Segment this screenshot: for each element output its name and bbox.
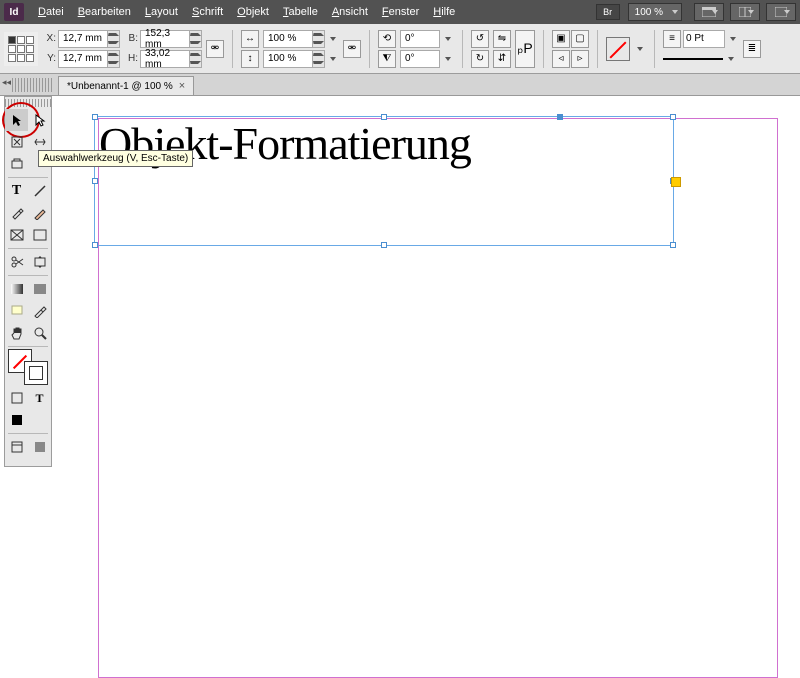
line-tool[interactable] — [28, 180, 51, 202]
scissors-tool[interactable] — [5, 251, 28, 273]
rotate-icon: ⟲ — [378, 30, 396, 48]
app-logo: Id — [4, 3, 24, 21]
fill-stroke-swatches[interactable] — [8, 349, 48, 385]
menu-bar: Id Datei Bearbeiten Layout Schrift Objek… — [0, 0, 800, 24]
stroke-weight-icon: ≡ — [663, 30, 681, 48]
scale-x-input[interactable]: 100 % — [263, 30, 325, 48]
close-tab-icon[interactable]: × — [179, 80, 185, 92]
rotate-cw-icon[interactable]: ↻ — [471, 50, 489, 68]
screen-mode-button[interactable] — [694, 3, 724, 21]
view-mode-preview-icon[interactable] — [28, 436, 51, 458]
handle-ml[interactable] — [92, 178, 98, 184]
handle-bl[interactable] — [92, 242, 98, 248]
workspace: T — [0, 96, 800, 600]
select-prev-icon[interactable]: ◃ — [552, 50, 570, 68]
document-tab-strip: ◂◂ *Unbenannt-1 @ 100 % × — [0, 74, 800, 96]
text-frame[interactable]: Objekt-Formatierung — [94, 116, 674, 246]
pencil-tool[interactable] — [28, 202, 51, 224]
note-tool[interactable] — [5, 300, 28, 322]
document-tab[interactable]: *Unbenannt-1 @ 100 % × — [58, 76, 194, 95]
arrange-docs-button[interactable] — [730, 3, 760, 21]
page-tool[interactable] — [5, 131, 28, 153]
y-input[interactable]: 12,7 mm — [58, 50, 120, 68]
gradient-feather-tool[interactable] — [28, 278, 51, 300]
menu-tabelle[interactable]: Tabelle — [277, 3, 324, 21]
control-bar: X: 12,7 mm Y: 12,7 mm B: 152,3 mm H: 33,… — [0, 24, 800, 74]
workspace-switcher[interactable] — [766, 3, 796, 21]
eyedropper-tool[interactable] — [28, 300, 51, 322]
menu-datei[interactable]: Datei — [32, 3, 70, 21]
w-label: B: — [124, 33, 138, 44]
select-container-icon[interactable]: ▣ — [552, 30, 570, 48]
zoom-level[interactable]: 100 % — [628, 3, 682, 21]
handle-tl[interactable] — [92, 114, 98, 120]
rectangle-tool[interactable] — [28, 224, 51, 246]
rotate-ccw-icon[interactable]: ↺ — [471, 30, 489, 48]
handle-bc[interactable] — [381, 242, 387, 248]
select-next-icon[interactable]: ▹ — [571, 50, 589, 68]
scale-y-icon: ↕ — [241, 50, 259, 68]
h-input[interactable]: 33,02 mm — [140, 50, 202, 68]
w-input[interactable]: 152,3 mm — [140, 30, 202, 48]
menu-ansicht[interactable]: Ansicht — [326, 3, 374, 21]
formatting-container-icon[interactable] — [5, 387, 28, 409]
hand-tool[interactable] — [5, 322, 28, 344]
rectangle-frame-tool[interactable] — [5, 224, 28, 246]
canvas[interactable]: Objekt-Formatierung — [58, 96, 800, 600]
reference-point[interactable] — [4, 32, 38, 66]
constrain-scale-icon[interactable]: ⚮ — [343, 40, 361, 58]
p-indicator: ₚP — [515, 30, 535, 68]
x-label: X: — [42, 33, 56, 44]
handle-tc[interactable] — [381, 114, 387, 120]
shear-icon: ⧨ — [378, 50, 396, 68]
menu-objekt[interactable]: Objekt — [231, 3, 275, 21]
apply-color-icon[interactable] — [5, 409, 28, 431]
view-mode-normal-icon[interactable] — [5, 436, 28, 458]
flip-h-icon[interactable]: ⇋ — [493, 30, 511, 48]
free-transform-tool[interactable] — [28, 251, 51, 273]
formatting-text-icon[interactable]: T — [28, 387, 51, 409]
constrain-wh-icon[interactable]: ⚮ — [206, 40, 224, 58]
bridge-button[interactable]: Br — [596, 4, 620, 20]
menu-layout[interactable]: Layout — [139, 3, 184, 21]
overset-indicator[interactable] — [671, 177, 681, 187]
direct-selection-tool[interactable] — [28, 109, 51, 131]
x-input[interactable]: 12,7 mm — [58, 30, 120, 48]
gradient-swatch-tool[interactable] — [5, 278, 28, 300]
content-collector-tool[interactable] — [5, 153, 28, 175]
document-tab-title: *Unbenannt-1 @ 100 % — [67, 81, 173, 92]
h-label: H: — [124, 53, 138, 64]
pen-tool[interactable] — [5, 202, 28, 224]
stroke-style[interactable] — [663, 58, 723, 60]
fill-swatch[interactable] — [606, 37, 630, 61]
flip-v-icon[interactable]: ⇵ — [493, 50, 511, 68]
shear-input[interactable]: 0° — [400, 50, 440, 68]
menu-bearbeiten[interactable]: Bearbeiten — [72, 3, 137, 21]
type-tool[interactable]: T — [5, 180, 28, 202]
scale-x-icon: ↔ — [241, 30, 259, 48]
handle-br[interactable] — [670, 242, 676, 248]
tooltip: Auswahlwerkzeug (V, Esc-Taste) — [38, 150, 193, 167]
tab-gripper[interactable] — [12, 78, 52, 92]
toolbox-gripper[interactable] — [5, 99, 51, 107]
control-menu-icon[interactable]: ≣ — [743, 40, 761, 58]
stroke-weight-input[interactable]: 0 Pt — [683, 30, 725, 48]
rotate-input[interactable]: 0° — [400, 30, 440, 48]
menu-hilfe[interactable]: Hilfe — [427, 3, 461, 21]
handle-tr[interactable] — [670, 114, 676, 120]
menu-fenster[interactable]: Fenster — [376, 3, 425, 21]
selection-tool[interactable] — [5, 109, 28, 131]
handle-tr-in[interactable] — [557, 114, 563, 120]
y-label: Y: — [42, 53, 56, 64]
menu-schrift[interactable]: Schrift — [186, 3, 229, 21]
select-content-icon[interactable]: ▢ — [571, 30, 589, 48]
zoom-tool[interactable] — [28, 322, 51, 344]
scale-y-input[interactable]: 100 % — [263, 50, 325, 68]
collapse-panels-icon[interactable]: ◂◂ — [2, 77, 11, 88]
